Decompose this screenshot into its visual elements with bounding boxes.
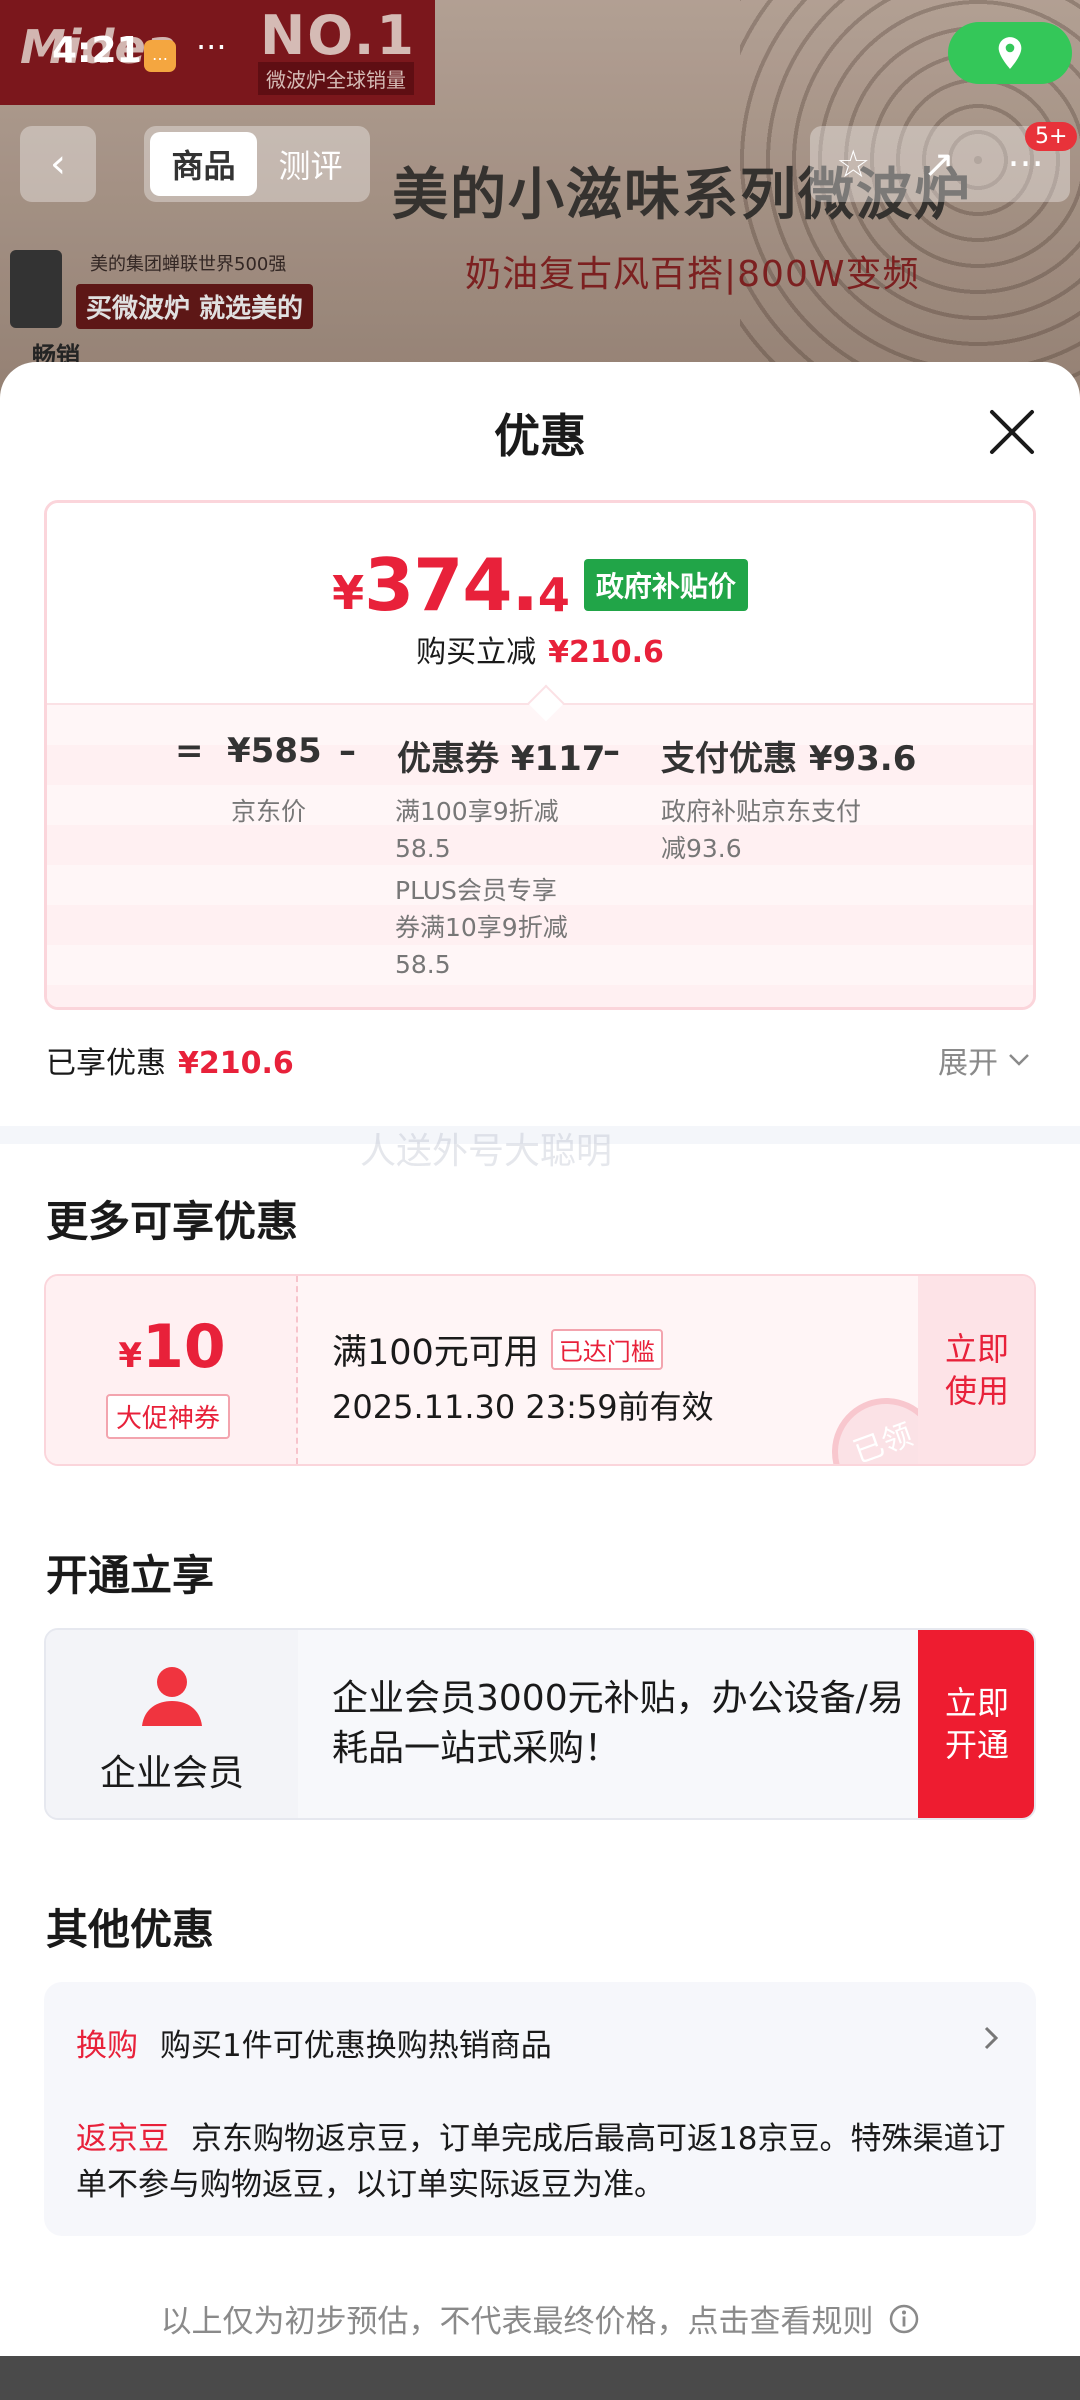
- price-integer: 374.: [364, 543, 539, 627]
- trade-in-key: 换购: [76, 2028, 138, 2064]
- calc-equals: =: [175, 731, 204, 771]
- rules-footer[interactable]: 以上仅为初步预估，不代表最终价格，点击查看规则: [0, 2296, 1080, 2341]
- final-price: ¥ 374. 4 政府补贴价: [47, 543, 1033, 627]
- coupon-value: 10: [142, 1312, 226, 1382]
- direct-discount-value: ¥210.6: [548, 635, 664, 670]
- calc-coupon-detail-5: 58.5: [395, 950, 451, 979]
- system-nav-strip: [0, 2356, 1080, 2400]
- open-membership-label: 立即 开通: [945, 1682, 1009, 1766]
- chevron-right-icon[interactable]: [980, 2020, 1004, 2056]
- calc-coupon-detail-2: 58.5: [395, 834, 451, 863]
- location-pin-icon: [998, 37, 1022, 69]
- product-tabs: 商品 测评: [144, 126, 370, 202]
- discount-sheet: 优惠 ¥ 374. 4 政府补贴价 购买立减 ¥210.6 = ¥585 京东价 …: [0, 362, 1080, 2400]
- chevron-down-icon: [1009, 1054, 1029, 1066]
- price-breakdown-card: ¥ 374. 4 政府补贴价 购买立减 ¥210.6 = ¥585 京东价 – 优…: [44, 500, 1036, 1010]
- coupon-card: ¥10 大促神券 满100元可用 已达门槛 2025.11.30 23:59前有…: [44, 1274, 1036, 1466]
- message-count-badge: 5+: [1025, 122, 1078, 151]
- jingdou-text: 京东购物返京豆，订单完成后最高可返18京豆。特殊渠道订单不参与购物返豆，以订单实…: [76, 2121, 1006, 2203]
- open-membership-label-1: 立即: [944, 1684, 1009, 1722]
- coupon-currency: ¥: [118, 1336, 143, 1376]
- chevron-left-icon: ‹: [50, 141, 66, 187]
- expand-label: 展开: [938, 1046, 998, 1081]
- coupon-condition: 满100元可用 已达门槛: [332, 1324, 663, 1375]
- coupon-expiry: 2025.11.30 23:59前有效: [332, 1388, 714, 1426]
- use-coupon-label-1: 立即: [944, 1330, 1009, 1368]
- use-coupon-label: 立即 使用: [945, 1328, 1009, 1412]
- close-button[interactable]: [984, 404, 1040, 460]
- price-decimal: 4: [537, 568, 570, 622]
- jingdou-row: 返京豆 京东购物返京豆，订单完成后最高可返18京豆。特殊渠道订单不参与购物返豆，以…: [76, 2116, 1006, 2208]
- watermark: 人送外号大聪明: [360, 1131, 613, 1172]
- calc-pay-detail-2: 减93.6: [661, 834, 742, 863]
- calc-base-price: ¥585: [227, 731, 322, 771]
- user-icon: [142, 1667, 202, 1726]
- open-membership-button[interactable]: 立即 开通: [918, 1630, 1034, 1818]
- direct-discount: 购买立减 ¥210.6: [47, 627, 1033, 671]
- enjoyed-label: 已享优惠: [46, 1046, 166, 1081]
- close-icon: [990, 410, 1034, 454]
- calc-coupon-detail-3: PLUS会员专享: [395, 876, 557, 905]
- coupon-amount: ¥10: [46, 1312, 298, 1382]
- info-icon: [889, 2304, 918, 2333]
- status-time: 4:21: [52, 30, 142, 71]
- final-price-area: ¥ 374. 4 政府补贴价 购买立减 ¥210.6: [47, 503, 1033, 703]
- use-coupon-label-2: 使用: [944, 1372, 1009, 1410]
- back-button[interactable]: ‹: [20, 126, 96, 202]
- calc-pay-value: 支付优惠 ¥93.6: [661, 739, 917, 779]
- membership-description: 企业会员3000元补贴，办公设备/易耗品一站式采购！: [332, 1678, 904, 1769]
- other-offers-title: 其他优惠: [46, 1905, 215, 1954]
- price-currency: ¥: [332, 566, 365, 620]
- enjoyed-discount: 已享优惠 ¥210.6: [46, 1038, 294, 1082]
- gov-subsidy-badge: 政府补贴价: [583, 559, 748, 611]
- status-more-icon: ···: [196, 28, 227, 66]
- calc-pay-detail-1: 政府补贴京东支付: [661, 797, 862, 826]
- coupon-value-area: ¥10 大促神券: [46, 1276, 298, 1464]
- membership-card: 企业会员 企业会员3000元补贴，办公设备/易耗品一站式采购！ 立即 开通: [44, 1628, 1036, 1820]
- star-icon[interactable]: ☆: [836, 142, 870, 186]
- coupon-type-tag: 大促神券: [106, 1394, 231, 1439]
- trade-in-row[interactable]: 换购 购买1件可优惠换购热销商品: [76, 2020, 552, 2065]
- open-membership-title: 开通立享: [46, 1551, 215, 1600]
- tab-product[interactable]: 商品: [150, 132, 257, 196]
- open-membership-label-2: 开通: [944, 1726, 1009, 1764]
- enjoyed-value: ¥210.6: [178, 1046, 294, 1081]
- more-offers-title: 更多可享优惠: [46, 1197, 299, 1246]
- share-icon[interactable]: ↗: [923, 142, 955, 186]
- calc-base-label: 京东价: [231, 797, 307, 826]
- other-offers-box: 换购 购买1件可优惠换购热销商品 返京豆 京东购物返京豆，订单完成后最高可返18京…: [44, 1982, 1036, 2236]
- coupon-condition-text: 满100元可用: [332, 1333, 539, 1373]
- calc-minus-2: –: [603, 731, 620, 771]
- trade-in-text: 购买1件可优惠换购热销商品: [160, 2028, 552, 2064]
- use-coupon-button[interactable]: 立即 使用: [918, 1276, 1034, 1464]
- calc-minus-1: –: [339, 731, 356, 771]
- calc-coupon-value: 优惠券 ¥117: [397, 739, 606, 779]
- membership-icon-area: 企业会员: [46, 1630, 298, 1818]
- location-button[interactable]: [948, 22, 1072, 84]
- message-notification-icon: …: [144, 40, 176, 72]
- jingdou-key: 返京豆: [76, 2121, 169, 2157]
- expand-button[interactable]: 展开: [938, 1038, 1030, 1082]
- direct-discount-label: 购买立减: [416, 635, 537, 670]
- sheet-title: 优惠: [494, 409, 586, 463]
- footer-text: 以上仅为初步预估，不代表最终价格，点击查看规则: [160, 2304, 874, 2340]
- threshold-reached-badge: 已达门槛: [550, 1329, 663, 1370]
- calc-coupon-detail-1: 满100享9折减: [395, 797, 559, 826]
- tab-review[interactable]: 测评: [257, 132, 364, 196]
- membership-label: 企业会员: [99, 1753, 244, 1794]
- calc-coupon-detail-4: 券满10享9折减: [395, 913, 568, 942]
